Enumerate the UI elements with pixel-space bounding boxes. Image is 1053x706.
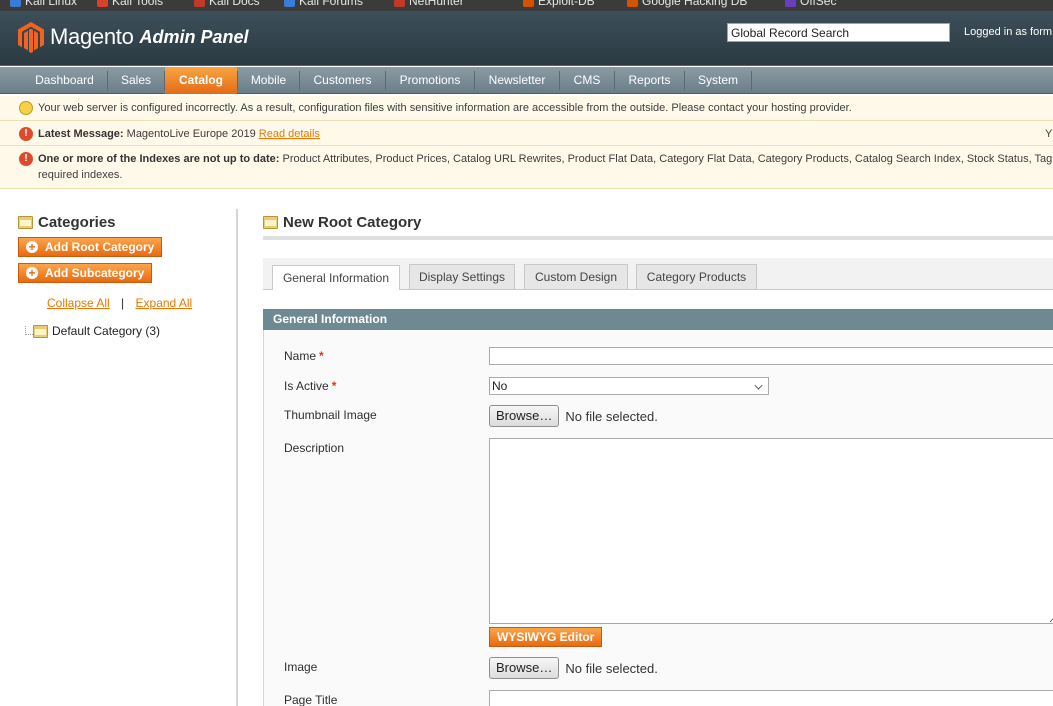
nav-newsletter[interactable]: Newsletter [475, 67, 559, 94]
nav-sales[interactable]: Sales [108, 67, 164, 94]
add-root-category-button[interactable]: + Add Root Category [18, 237, 163, 257]
tab-category-products[interactable]: Category Products [636, 264, 757, 289]
nav-promotions[interactable]: Promotions [386, 67, 474, 94]
is-active-select[interactable]: No [489, 377, 769, 395]
browse-button[interactable]: Browse… [489, 405, 560, 427]
index-notice-text-2: required indexes. [38, 169, 123, 181]
bookmark-kali-forums[interactable]: Kali Forums [284, 0, 363, 8]
nav-mobile[interactable]: Mobile [238, 67, 299, 94]
kali-icon [10, 0, 21, 7]
error-icon: ! [19, 152, 33, 166]
image-label: Image [284, 660, 318, 674]
main-navigation: Dashboard Sales Catalog Mobile Customers… [0, 67, 1053, 94]
no-file-text: No file selected. [565, 660, 658, 676]
folder-icon [18, 216, 33, 229]
page-title-input[interactable] [489, 690, 1053, 706]
bookmark-exploit-db[interactable]: Exploit-DB [523, 0, 595, 8]
is-active-label: Is Active * [284, 379, 337, 393]
tree-node-default-category[interactable]: Default Category (3) [24, 324, 160, 338]
bookmark-kali-tools[interactable]: Kali Tools [97, 0, 163, 8]
tree-controls-separator: | [121, 296, 125, 310]
nav-catalog[interactable]: Catalog [165, 67, 237, 94]
name-input[interactable] [489, 347, 1053, 365]
name-label: Name * [284, 349, 324, 363]
sidebar-title: Categories [18, 214, 116, 231]
description-label: Description [284, 441, 345, 455]
logo-wordmark: Magento [50, 24, 134, 49]
browse-button[interactable]: Browse… [489, 657, 560, 679]
config-warning-notice: Your web server is configured incorrectl… [0, 96, 1053, 121]
thumbnail-file-input[interactable]: Browse… No file selected. [489, 405, 658, 427]
nav-customers[interactable]: Customers [300, 67, 385, 94]
bookmark-offsec[interactable]: OffSec [785, 0, 836, 8]
nav-dashboard[interactable]: Dashboard [22, 67, 107, 94]
expand-all-link[interactable]: Expand All [136, 296, 193, 310]
section-header: General Information [263, 309, 1053, 330]
plus-icon: + [26, 241, 38, 253]
index-notice-label: One or more of the Indexes are not up to… [38, 153, 280, 165]
bookmark-kali-docs[interactable]: Kali Docs [194, 0, 260, 8]
global-search-input[interactable] [727, 23, 950, 42]
thumbnail-image-label: Thumbnail Image [284, 408, 377, 422]
ghdb-icon [627, 0, 638, 7]
image-file-input[interactable]: Browse… No file selected. [489, 657, 658, 679]
collapse-all-link[interactable]: Collapse All [47, 296, 110, 310]
kali-forums-icon [284, 0, 295, 7]
kali-docs-icon [194, 0, 205, 7]
admin-header: Magento Admin Panel Logged in as form [0, 11, 1053, 66]
open-folder-icon [33, 324, 48, 338]
index-notice-text: Product Attributes, Product Prices, Cata… [282, 153, 1053, 165]
bookmark-ghdb[interactable]: Google Hacking DB [627, 0, 747, 8]
latest-message-right-text: Y [1045, 128, 1053, 140]
nav-system[interactable]: System [685, 67, 751, 94]
exploit-db-icon [523, 0, 534, 7]
tree-controls: Collapse All | Expand All [47, 296, 192, 310]
latest-message-text: MagentoLive Europe 2019 [126, 128, 256, 140]
bookmark-kali-linux[interactable]: Kali Linux [10, 0, 77, 8]
read-details-link[interactable]: Read details [259, 128, 320, 140]
nav-reports[interactable]: Reports [615, 67, 684, 94]
config-warning-text: Your web server is configured incorrectl… [38, 102, 852, 114]
description-textarea[interactable] [489, 438, 1053, 624]
logged-in-text: Logged in as form [964, 26, 1053, 38]
tab-display-settings[interactable]: Display Settings [409, 264, 515, 289]
latest-message-notice: ! Latest Message: MagentoLive Europe 201… [0, 121, 1053, 146]
page-title-label: Page Title [284, 693, 338, 706]
latest-message-label: Latest Message: [38, 128, 124, 140]
index-notice: ! One or more of the Indexes are not up … [0, 146, 1053, 189]
kali-tools-icon [97, 0, 108, 7]
title-divider [263, 236, 1053, 240]
error-icon: ! [19, 127, 33, 141]
logo-subtitle: Admin Panel [139, 26, 249, 47]
magento-logo-icon [18, 22, 44, 53]
no-file-text: No file selected. [565, 408, 658, 424]
tab-custom-design[interactable]: Custom Design [524, 264, 628, 289]
page-title: New Root Category [263, 214, 421, 231]
folder-icon [263, 216, 278, 229]
magento-logo[interactable]: Magento Admin Panel [17, 21, 249, 53]
bookmarks-toolbar: Kali Linux Kali Tools Kali Docs Kali For… [0, 0, 1053, 11]
nethunter-icon [394, 0, 405, 7]
wysiwyg-editor-button[interactable]: WYSIWYG Editor [489, 627, 603, 647]
add-subcategory-button[interactable]: + Add Subcategory [18, 263, 153, 283]
tab-general-information[interactable]: General Information [272, 265, 400, 290]
lightbulb-icon [19, 101, 33, 115]
offsec-icon [785, 0, 796, 7]
plus-icon: + [26, 267, 38, 279]
nav-cms[interactable]: CMS [560, 67, 614, 94]
sidebar-divider [236, 209, 238, 706]
chevron-down-icon [754, 381, 763, 390]
bookmark-nethunter[interactable]: NetHunter [394, 0, 464, 8]
